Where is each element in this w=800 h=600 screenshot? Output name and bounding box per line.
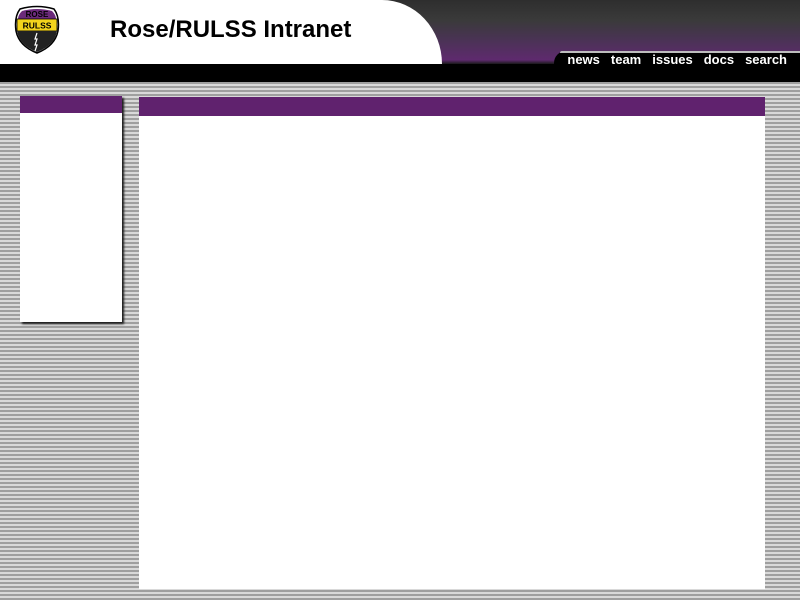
main-nav: news team issues docs search <box>567 52 787 67</box>
sidebar-header-bar <box>20 96 122 113</box>
sidebar-panel <box>20 96 122 322</box>
nav-link-docs[interactable]: docs <box>704 52 734 67</box>
content-header-bar <box>139 97 765 116</box>
main-content-panel <box>139 97 765 589</box>
rulss-shield-logo-icon[interactable]: ROSE RULSS <box>12 5 62 55</box>
site-header: ROSE RULSS Rose/RULSS Intranet news team… <box>0 0 800 82</box>
svg-text:RULSS: RULSS <box>23 21 52 31</box>
nav-link-team[interactable]: team <box>611 52 641 67</box>
svg-text:ROSE: ROSE <box>26 10 49 19</box>
page-title: Rose/RULSS Intranet <box>110 16 352 43</box>
nav-link-news[interactable]: news <box>567 52 600 67</box>
nav-link-search[interactable]: search <box>745 52 787 67</box>
nav-link-issues[interactable]: issues <box>652 52 692 67</box>
